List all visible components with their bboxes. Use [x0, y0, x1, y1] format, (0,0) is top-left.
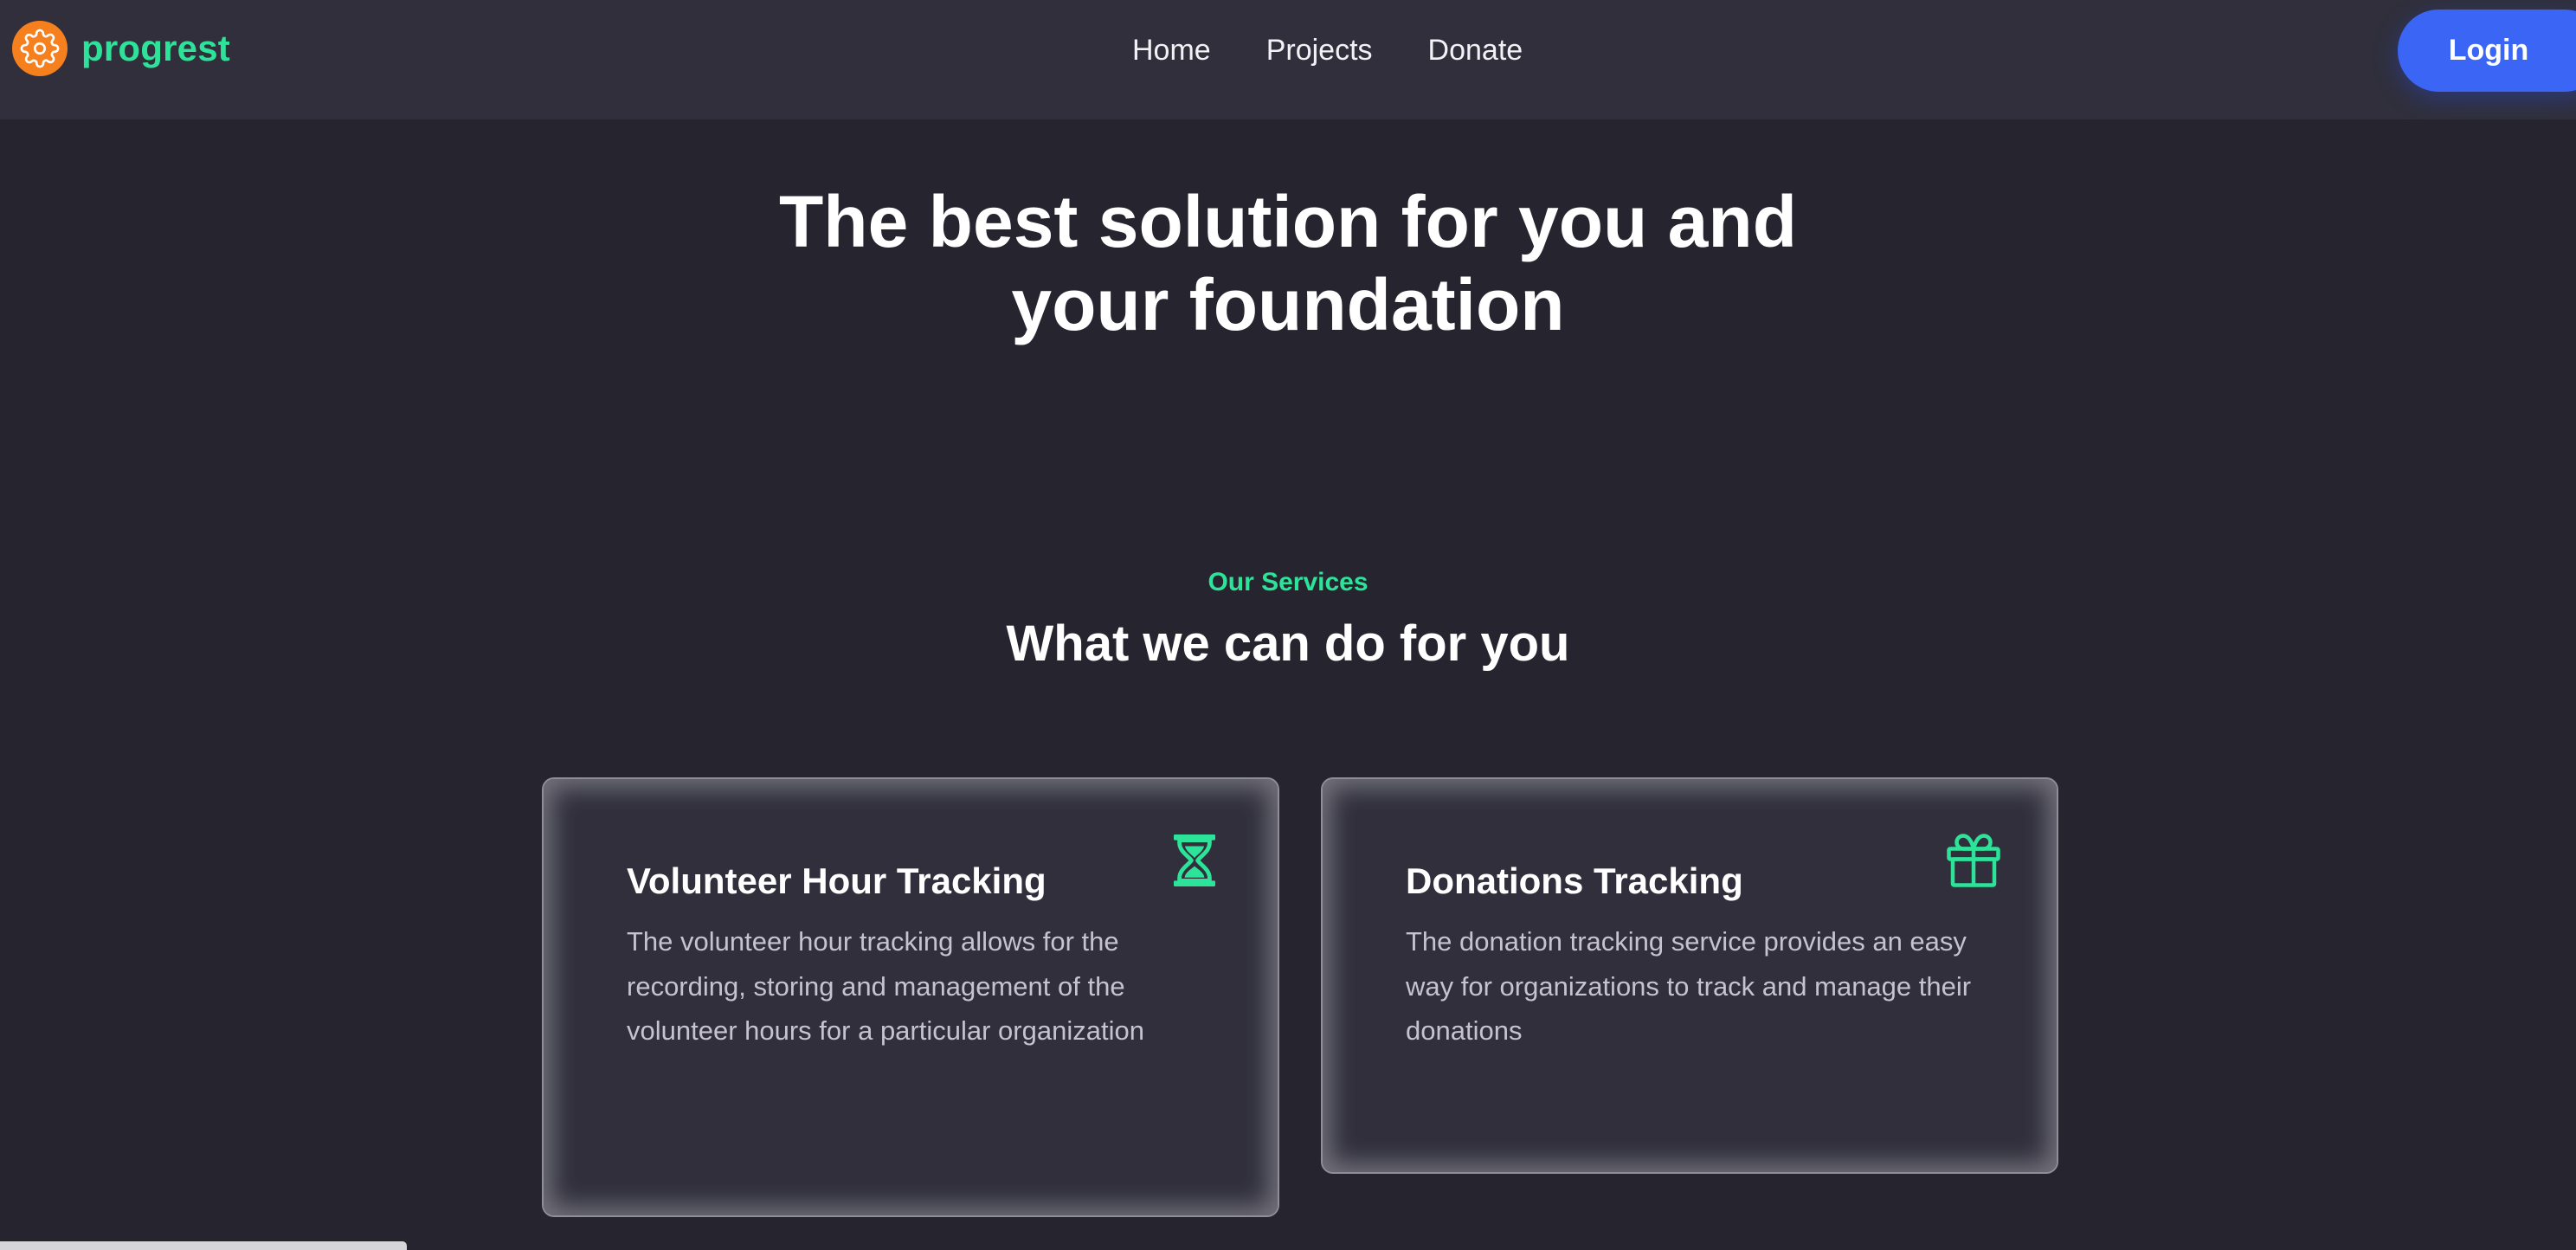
nav-projects-link[interactable]: Projects [1266, 31, 1373, 69]
nav-donate-link[interactable]: Donate [1428, 31, 1523, 69]
services-title: What we can do for you [1006, 615, 1570, 672]
main-nav: Home Projects Donate [1132, 31, 1523, 69]
hero-title-line-1: The best solution for you and [779, 181, 1797, 262]
page: progrest Home Projects Donate Login The … [0, 0, 2576, 1250]
services-eyebrow: Our Services [1208, 568, 1368, 596]
login-button[interactable]: Login [2398, 10, 2576, 92]
top-navbar: progrest Home Projects Donate Login [0, 0, 2576, 119]
brand-name: progrest [81, 28, 230, 68]
horizontal-scrollbar[interactable] [0, 1241, 407, 1250]
service-card-volunteer-tracking: Volunteer Hour Tracking The volunteer ho… [542, 777, 1279, 1217]
card-title: Donations Tracking [1406, 860, 1743, 901]
hourglass-icon [1163, 829, 1226, 892]
card-title: Volunteer Hour Tracking [627, 860, 1046, 901]
gift-icon [1942, 829, 2005, 892]
card-description: The volunteer hour tracking allows for t… [627, 926, 1144, 1046]
nav-home-link[interactable]: Home [1132, 31, 1211, 69]
gear-icon [12, 21, 68, 76]
brand-logo-link[interactable]: progrest [12, 21, 230, 76]
service-card-donations-tracking: Donations Tracking The donation tracking… [1321, 777, 2058, 1174]
card-description: The donation tracking service provides a… [1406, 926, 1972, 1046]
hero-title-line-2: your foundation [1011, 264, 1565, 345]
hero-title: The best solution for you and your found… [0, 180, 2576, 346]
